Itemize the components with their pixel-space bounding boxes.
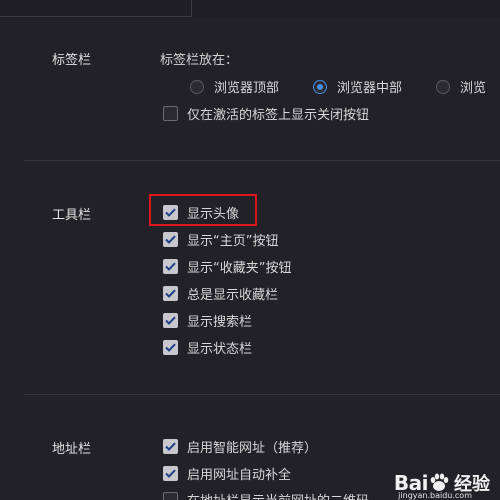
checkbox-row-qrcode[interactable]: 在地址栏显示当前网址的二维码 <box>163 490 369 500</box>
checkbox-row-show-search[interactable]: 显示搜索栏 <box>163 311 253 330</box>
checkmark-icon <box>165 343 176 352</box>
checkmark-icon <box>165 469 176 478</box>
checkbox-label: 显示搜索栏 <box>187 314 253 330</box>
checkbox-row-close-active[interactable]: 仅在激活的标签上显示关闭按钮 <box>163 104 370 123</box>
checkbox-checked[interactable] <box>163 231 178 247</box>
radio-tabbar-middle[interactable]: 浏览器中部 <box>313 77 402 96</box>
settings-page: 标签栏 标签栏放在： 浏览器顶部 浏览器中部 浏览 仅在激活的标签上显示关闭按钮… <box>0 0 500 500</box>
checkbox-label: 总是显示收藏栏 <box>187 287 279 303</box>
radio-button[interactable] <box>190 79 204 94</box>
checkbox[interactable] <box>163 491 178 500</box>
checkbox-label: 显示“主页”按钮 <box>187 233 279 249</box>
top-tab[interactable] <box>0 0 192 17</box>
checkbox-label: 显示“收藏夹”按钮 <box>187 260 292 276</box>
radio-tabbar-top[interactable]: 浏览器顶部 <box>190 77 279 96</box>
checkbox-row-show-status[interactable]: 显示状态栏 <box>163 338 253 357</box>
section-label-toolbar: 工具栏 <box>52 208 92 223</box>
section-divider <box>24 394 500 395</box>
checkmark-icon <box>165 235 176 244</box>
checkbox-checked[interactable] <box>163 339 178 355</box>
radio-button-selected[interactable] <box>313 79 327 94</box>
checkmark-icon <box>165 442 176 451</box>
checkbox-label: 仅在激活的标签上显示关闭按钮 <box>187 107 370 123</box>
highlight-annotation <box>149 194 257 226</box>
checkbox-row-show-favorites[interactable]: 显示“收藏夹”按钮 <box>163 257 292 276</box>
checkbox-row-always-bookmarks[interactable]: 总是显示收藏栏 <box>163 284 279 303</box>
top-tab-strip <box>0 0 500 18</box>
checkmark-icon <box>165 262 176 271</box>
radio-button[interactable] <box>436 79 450 94</box>
checkbox-label: 启用智能网址（推荐） <box>187 440 318 456</box>
checkbox-label: 启用网址自动补全 <box>187 467 292 483</box>
radio-tabbar-third[interactable]: 浏览 <box>436 77 486 96</box>
radio-label-third: 浏览 <box>460 81 487 96</box>
checkbox-label: 在地址栏显示当前网址的二维码 <box>187 490 369 500</box>
checkbox-checked[interactable] <box>163 258 178 274</box>
checkbox-checked[interactable] <box>163 312 178 328</box>
checkbox-row-url-autocomplete[interactable]: 启用网址自动补全 <box>163 464 292 483</box>
section-label-addressbar: 地址栏 <box>52 442 92 457</box>
checkbox-checked[interactable] <box>163 465 178 481</box>
checkbox-row-show-home[interactable]: 显示“主页”按钮 <box>163 230 279 249</box>
watermark-subtext: jingyan.baidu.com <box>398 491 472 500</box>
checkmark-icon <box>165 316 176 325</box>
baidu-jingyan-watermark: Bai 经验 jingyan.baidu.com <box>394 470 490 500</box>
section-divider <box>24 160 500 161</box>
radio-label-top: 浏览器顶部 <box>214 81 280 96</box>
checkbox-checked[interactable] <box>163 285 178 301</box>
checkmark-icon <box>165 289 176 298</box>
checkbox-checked[interactable] <box>163 438 178 454</box>
checkbox-label: 显示状态栏 <box>187 341 253 357</box>
section-label-tabbar: 标签栏 <box>52 53 92 68</box>
tabbar-position-label: 标签栏放在： <box>160 53 239 68</box>
checkbox-row-smart-url[interactable]: 启用智能网址（推荐） <box>163 437 318 456</box>
checkbox[interactable] <box>163 105 178 121</box>
radio-label-middle: 浏览器中部 <box>337 81 403 96</box>
